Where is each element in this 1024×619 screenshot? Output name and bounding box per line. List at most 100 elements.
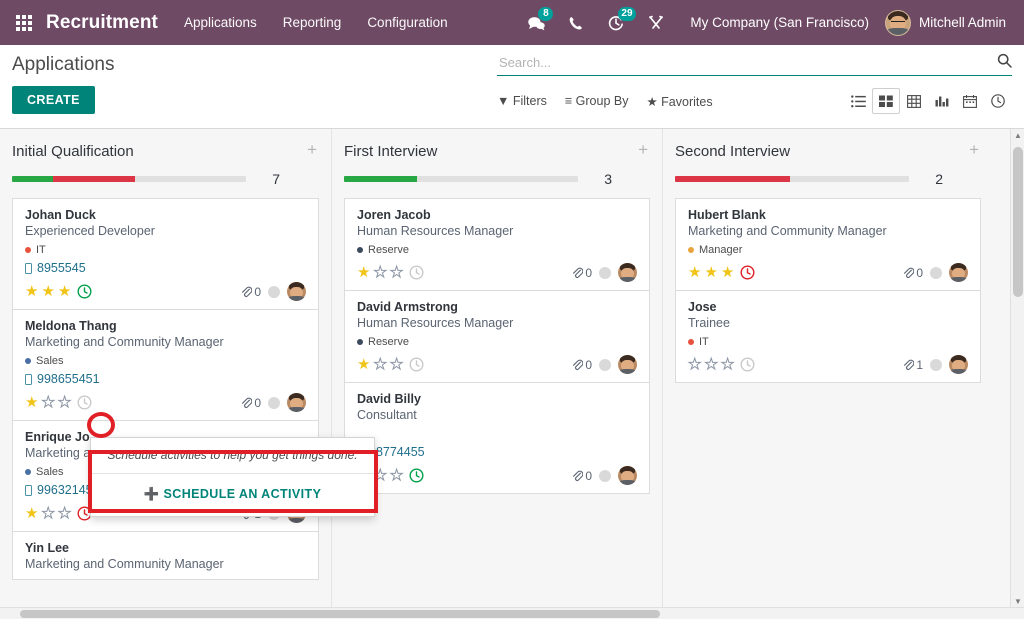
clock-icon[interactable] xyxy=(984,88,1012,114)
kanban-state-icon[interactable] xyxy=(599,359,611,371)
bar-chart-icon[interactable] xyxy=(928,88,956,114)
star-3[interactable]: ★ xyxy=(58,284,71,299)
activity-clock-icon[interactable] xyxy=(409,357,424,372)
activity-clock-icon[interactable] xyxy=(740,265,755,280)
star-3[interactable]: ★ xyxy=(58,506,71,521)
star-3[interactable]: ★ xyxy=(58,395,71,410)
avatar[interactable] xyxy=(287,393,306,412)
activities-clock-icon[interactable]: 29 xyxy=(596,0,636,45)
star-3[interactable]: ★ xyxy=(721,357,734,372)
plus-icon[interactable]: + xyxy=(967,143,981,157)
avatar[interactable] xyxy=(949,263,968,282)
plus-icon[interactable]: + xyxy=(636,143,650,157)
avatar[interactable] xyxy=(949,355,968,374)
star-2[interactable]: ★ xyxy=(41,395,54,410)
kanban-icon[interactable] xyxy=(872,88,900,114)
star-2[interactable]: ★ xyxy=(704,357,717,372)
avatar[interactable] xyxy=(618,355,637,374)
star-1[interactable]: ★ xyxy=(25,284,38,299)
company-selector[interactable]: My Company (San Francisco) xyxy=(690,15,869,30)
star-2[interactable]: ★ xyxy=(704,265,717,280)
messages-icon[interactable]: 8 xyxy=(516,0,556,45)
horizontal-scroll-thumb[interactable] xyxy=(20,610,660,618)
avatar[interactable] xyxy=(287,282,306,301)
create-button[interactable]: CREATE xyxy=(12,86,95,114)
star-2[interactable]: ★ xyxy=(41,506,54,521)
progress-bar[interactable] xyxy=(12,176,246,182)
kanban-card[interactable]: Jose Trainee IT ★ ★ ★ xyxy=(675,290,981,383)
kanban-card[interactable]: David Armstrong Human Resources Manager … xyxy=(344,290,650,382)
kanban-state-icon[interactable] xyxy=(930,359,942,371)
priority-stars[interactable]: ★ ★ ★ xyxy=(357,265,403,280)
favorites-button[interactable]: ★ Favorites xyxy=(646,94,712,109)
kanban-state-icon[interactable] xyxy=(599,267,611,279)
table-icon[interactable] xyxy=(900,88,928,114)
priority-stars[interactable]: ★ ★ ★ xyxy=(688,265,734,280)
attachment-count[interactable]: 0 xyxy=(241,396,261,410)
attachment-count[interactable]: 0 xyxy=(903,266,923,280)
list-icon[interactable] xyxy=(844,88,872,114)
kanban-card[interactable]: Johan Duck Experienced Developer IT 8955… xyxy=(12,198,319,309)
kanban-state-icon[interactable] xyxy=(599,470,611,482)
star-3[interactable]: ★ xyxy=(390,265,403,280)
activity-clock-icon[interactable] xyxy=(77,395,92,410)
kanban-state-icon[interactable] xyxy=(930,267,942,279)
star-1[interactable]: ★ xyxy=(357,265,370,280)
activity-clock-icon[interactable] xyxy=(409,468,424,483)
attachment-count[interactable]: 0 xyxy=(572,469,592,483)
kanban-card[interactable]: Meldona Thang Marketing and Community Ma… xyxy=(12,309,319,420)
app-brand-recruitment[interactable]: Recruitment xyxy=(46,12,158,34)
priority-stars[interactable]: ★ ★ ★ xyxy=(25,395,71,410)
star-2[interactable]: ★ xyxy=(373,357,386,372)
priority-stars[interactable]: ★ ★ ★ xyxy=(357,357,403,372)
user-menu[interactable]: Mitchell Admin xyxy=(885,10,1012,36)
activity-clock-icon[interactable] xyxy=(77,284,92,299)
star-3[interactable]: ★ xyxy=(721,265,734,280)
nav-item-configuration[interactable]: Configuration xyxy=(367,15,447,30)
vertical-scrollbar[interactable]: ▲ ▼ xyxy=(1010,129,1024,609)
kanban-card[interactable]: Yin Lee Marketing and Community Manager xyxy=(12,531,319,580)
attachment-count[interactable]: 0 xyxy=(241,285,261,299)
filters-button[interactable]: ▼ Filters xyxy=(497,94,547,109)
priority-stars[interactable]: ★ ★ ★ xyxy=(25,506,71,521)
horizontal-scrollbar[interactable] xyxy=(0,607,1024,619)
kanban-card[interactable]: Joren Jacob Human Resources Manager Rese… xyxy=(344,198,650,290)
star-1[interactable]: ★ xyxy=(688,357,701,372)
search-bar[interactable] xyxy=(497,53,1012,76)
avatar[interactable] xyxy=(618,466,637,485)
search-icon[interactable] xyxy=(997,53,1012,72)
priority-stars[interactable]: ★ ★ ★ xyxy=(25,284,71,299)
attachment-count[interactable]: 0 xyxy=(572,358,592,372)
star-1[interactable]: ★ xyxy=(25,395,38,410)
nav-item-reporting[interactable]: Reporting xyxy=(283,15,342,30)
star-3[interactable]: ★ xyxy=(390,468,403,483)
calendar-icon[interactable] xyxy=(956,88,984,114)
phone-icon[interactable] xyxy=(556,0,596,45)
tools-icon[interactable] xyxy=(636,0,676,45)
nav-item-applications[interactable]: Applications xyxy=(184,15,257,30)
attachment-count[interactable]: 1 xyxy=(903,358,923,372)
star-3[interactable]: ★ xyxy=(390,357,403,372)
search-input[interactable] xyxy=(497,53,997,72)
avatar[interactable] xyxy=(618,263,637,282)
schedule-an-activity-button[interactable]: ➕ SCHEDULE AN ACTIVITY xyxy=(91,474,374,516)
star-2[interactable]: ★ xyxy=(373,468,386,483)
priority-stars[interactable]: ★ ★ ★ xyxy=(688,357,734,372)
star-1[interactable]: ★ xyxy=(688,265,701,280)
star-2[interactable]: ★ xyxy=(41,284,54,299)
attachment-count[interactable]: 0 xyxy=(572,266,592,280)
star-1[interactable]: ★ xyxy=(25,506,38,521)
vertical-scroll-thumb[interactable] xyxy=(1013,147,1023,297)
groupby-button[interactable]: ≡ Group By xyxy=(565,94,629,109)
activity-clock-icon[interactable] xyxy=(409,265,424,280)
kanban-card[interactable]: David Billy Consultant 88774455 ★ ★ ★ xyxy=(344,382,650,494)
kanban-card[interactable]: Hubert Blank Marketing and Community Man… xyxy=(675,198,981,290)
progress-bar[interactable] xyxy=(675,176,909,182)
kanban-state-icon[interactable] xyxy=(268,397,280,409)
apps-grid-icon[interactable] xyxy=(16,15,32,31)
star-1[interactable]: ★ xyxy=(357,357,370,372)
progress-bar[interactable] xyxy=(344,176,578,182)
kanban-state-icon[interactable] xyxy=(268,286,280,298)
activity-clock-icon[interactable] xyxy=(740,357,755,372)
scroll-up-arrow[interactable]: ▲ xyxy=(1011,129,1024,143)
